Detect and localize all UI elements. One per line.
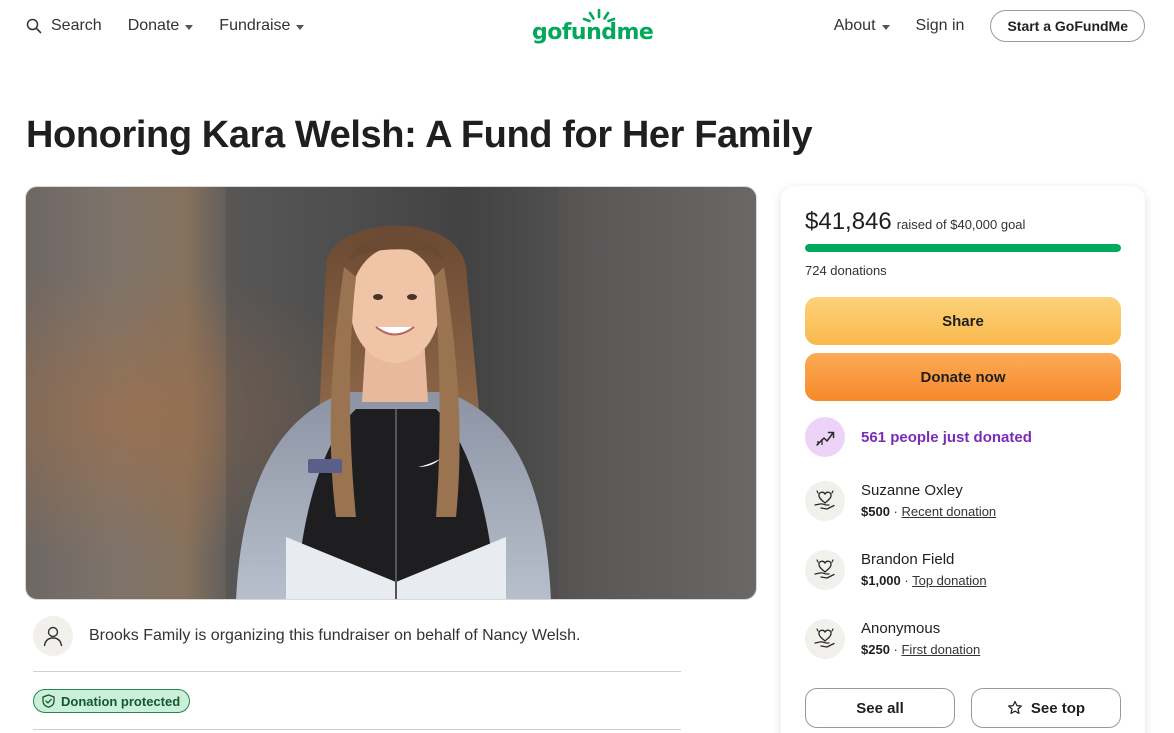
donor-details: Anonymous $250 · First donation xyxy=(861,619,980,659)
share-button-label: Share xyxy=(942,312,984,330)
organizer-text: Brooks Family is organizing this fundrai… xyxy=(89,626,581,644)
organizer-row: Brooks Family is organizing this fundrai… xyxy=(33,615,681,672)
user-icon xyxy=(43,626,63,646)
shield-check-icon xyxy=(42,694,55,708)
donate-menu[interactable]: Donate xyxy=(128,17,194,35)
sign-in-label: Sign in xyxy=(915,17,965,34)
share-button[interactable]: Share xyxy=(805,297,1121,345)
see-all-button[interactable]: See all xyxy=(805,688,955,728)
gofundme-logo[interactable]: gofundme xyxy=(532,8,654,46)
fundraise-menu-label: Fundraise xyxy=(219,17,291,34)
page-title: Honoring Kara Welsh: A Fund for Her Fami… xyxy=(26,114,813,156)
donate-now-label: Donate now xyxy=(920,368,1006,386)
search-link[interactable]: Search xyxy=(26,17,102,35)
about-menu-label: About xyxy=(833,17,876,34)
donation-card: $41,846 raised of $40,000 goal 724 donat… xyxy=(781,186,1145,733)
progress-bar xyxy=(805,244,1121,252)
star-icon xyxy=(1008,700,1022,714)
campaign-photo-illustration xyxy=(26,187,756,599)
donor-meta: $1,000 · Top donation xyxy=(861,572,987,590)
trend-text: 561 people just donated xyxy=(861,428,1032,446)
donate-now-button[interactable]: Donate now xyxy=(805,353,1121,401)
heart-hand-icon xyxy=(814,490,835,510)
trending-up-icon xyxy=(816,431,835,446)
donor-tag-link[interactable]: Top donation xyxy=(912,573,986,588)
sign-in-link[interactable]: Sign in xyxy=(916,17,965,35)
donor-avatar xyxy=(805,481,845,521)
donor-amount: $500 xyxy=(861,504,890,519)
donor-tag-link[interactable]: Recent donation xyxy=(901,504,996,519)
logo-wordmark: gofundme xyxy=(532,20,654,45)
start-gofundme-label: Start a GoFundMe xyxy=(1007,18,1128,34)
caret-down-icon xyxy=(881,24,890,30)
heart-hand-icon xyxy=(814,628,835,648)
donor-details: Suzanne Oxley $500 · Recent donation xyxy=(861,481,996,521)
trend-icon-circle xyxy=(805,417,845,457)
donor-meta: $500 · Recent donation xyxy=(861,503,996,521)
donation-protected-badge[interactable]: Donation protected xyxy=(33,689,191,713)
donor-details: Brandon Field $1,000 · Top donation xyxy=(861,550,987,590)
donor-meta: $250 · First donation xyxy=(861,641,980,659)
donor-separator: · xyxy=(889,504,902,519)
donor-avatar xyxy=(805,550,845,590)
donor-name: Brandon Field xyxy=(861,551,955,568)
donate-menu-label: Donate xyxy=(127,17,180,34)
goal-text: raised of $40,000 goal xyxy=(896,217,1026,232)
recent-activity: 561 people just donated xyxy=(805,417,1032,457)
caret-down-icon xyxy=(296,24,305,30)
donor-avatar xyxy=(805,619,845,659)
fundraise-menu[interactable]: Fundraise xyxy=(219,17,305,35)
search-label: Search xyxy=(51,17,102,34)
donor-separator: · xyxy=(889,642,902,657)
donor-item: Brandon Field $1,000 · Top donation xyxy=(805,550,987,590)
primary-nav: Search Donate Fundraise xyxy=(26,14,330,38)
see-top-label: See top xyxy=(1030,699,1086,717)
donor-separator: · xyxy=(900,573,913,588)
donor-amount: $250 xyxy=(861,642,890,657)
heart-hand-icon xyxy=(814,559,835,579)
donor-tag-link[interactable]: First donation xyxy=(901,642,980,657)
donation-count: 724 donations xyxy=(805,263,887,278)
see-top-button[interactable]: See top xyxy=(971,688,1121,728)
donor-name: Suzanne Oxley xyxy=(861,482,963,499)
about-menu[interactable]: About xyxy=(834,17,890,35)
donor-amount: $1,000 xyxy=(861,573,901,588)
donor-item: Suzanne Oxley $500 · Recent donation xyxy=(805,481,996,521)
caret-down-icon xyxy=(185,24,194,30)
secondary-nav: About Sign in Start a GoFundMe xyxy=(834,10,1145,42)
see-all-label: See all xyxy=(856,699,904,717)
donor-item: Anonymous $250 · First donation xyxy=(805,619,980,659)
raised-amount: $41,846 xyxy=(805,208,892,235)
raised-summary: $41,846 raised of $40,000 goal xyxy=(805,208,1025,236)
donor-name: Anonymous xyxy=(861,620,941,637)
protection-row: Donation protected xyxy=(33,686,681,730)
campaign-photo[interactable] xyxy=(25,186,757,600)
site-header: Search Donate Fundraise gofundme About S… xyxy=(0,0,1174,56)
donation-protected-label: Donation protected xyxy=(61,693,181,709)
start-gofundme-button[interactable]: Start a GoFundMe xyxy=(990,10,1145,42)
avatar xyxy=(33,615,73,656)
search-icon xyxy=(26,18,42,34)
progress-bar-fill xyxy=(805,244,1121,252)
